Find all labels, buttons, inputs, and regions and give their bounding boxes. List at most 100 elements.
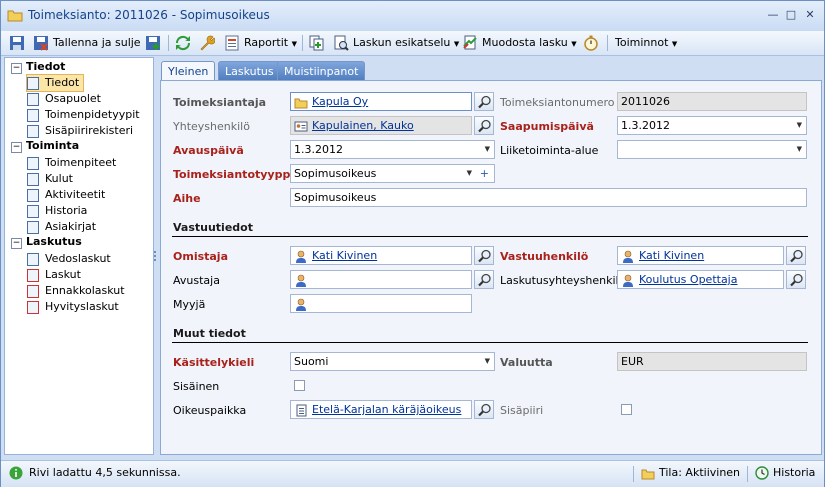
create-invoice-menu[interactable]: Muodosta lasku ▼ [462, 34, 577, 52]
court-link[interactable]: Etelä-Karjalan käräjäoikeus [312, 403, 461, 416]
assignment-type-select[interactable]: Sopimusoikeus ▼ + [290, 164, 495, 183]
close-button[interactable]: ✕ [802, 7, 818, 23]
document-icon [27, 156, 39, 170]
add-icon[interactable]: + [480, 165, 489, 182]
status-separator [633, 466, 634, 482]
currency-label: Valuutta [500, 356, 553, 369]
invoice-preview-menu[interactable]: Laskun esikatselu ▼ [333, 34, 459, 52]
nav-item-toimenpidetyypit[interactable]: Toimenpidetyypit [27, 107, 140, 123]
refresh-icon [175, 35, 191, 51]
save-button[interactable] [9, 34, 29, 52]
billing-contact-link[interactable]: Koulutus Opettaja [639, 273, 737, 286]
preview-icon [334, 35, 349, 51]
subject-label: Aihe [173, 192, 201, 205]
nav-item-kulut[interactable]: Kulut [27, 171, 73, 187]
responsible-person-link[interactable]: Kati Kivinen [639, 249, 704, 262]
save-and-close-button[interactable]: Tallenna ja sulje [33, 34, 141, 52]
person-icon [296, 298, 306, 311]
timer-button[interactable] [583, 34, 603, 52]
assistant-lookup-button[interactable] [474, 270, 494, 289]
insider-checkbox[interactable] [621, 404, 632, 415]
internal-checkbox[interactable] [294, 380, 305, 391]
arrival-date-label: Saapumispäivä [500, 120, 594, 133]
court-lookup-button[interactable] [474, 400, 494, 419]
collapse-icon[interactable]: − [11, 142, 22, 153]
owner-lookup-button[interactable] [474, 246, 494, 265]
assistant-field[interactable] [290, 270, 472, 289]
save-icon [10, 36, 24, 50]
tab-yleinen[interactable]: Yleinen [161, 61, 216, 82]
copy-button[interactable] [309, 34, 329, 52]
chevron-down-icon[interactable]: ▼ [797, 141, 802, 158]
owner-label: Omistaja [173, 250, 229, 263]
chevron-down-icon[interactable]: ▼ [797, 117, 802, 134]
contact-link[interactable]: Kapulainen, Kauko [312, 119, 414, 132]
nav-item-label: Toimenpiteet [45, 156, 117, 169]
nav-item-label: Ennakkolaskut [45, 284, 125, 297]
chevron-down-icon[interactable]: ▼ [485, 141, 490, 158]
assignment-type-label: Toimeksiantotyyppi [173, 168, 295, 181]
contact-lookup-button[interactable] [474, 116, 494, 135]
nav-item-tiedot[interactable]: Tiedot [26, 74, 85, 92]
nav-item-vedoslaskut[interactable]: Vedoslaskut [27, 251, 111, 267]
search-icon [790, 273, 803, 287]
client-lookup-button[interactable] [474, 92, 494, 111]
language-select[interactable]: Suomi ▼ [290, 352, 495, 371]
nav-item-laskut[interactable]: Laskut [27, 267, 81, 283]
save-new-icon [146, 36, 160, 50]
status-state[interactable]: Tila: Aktiivinen [641, 466, 740, 480]
nav-item-label: Vedoslaskut [45, 252, 111, 265]
folder-icon [641, 469, 655, 479]
save-and-new-button[interactable] [145, 34, 165, 52]
seller-field[interactable] [290, 294, 472, 313]
nav-item-sisapiirirekisteri[interactable]: Sisäpiirirekisteri [27, 123, 133, 139]
maximize-button[interactable]: □ [783, 7, 799, 23]
tab-laskutus[interactable]: Laskutus [218, 61, 281, 81]
collapse-icon[interactable]: − [11, 63, 22, 74]
reports-menu[interactable]: Raportit ▼ [224, 34, 297, 52]
owner-field[interactable]: Kati Kivinen [290, 246, 472, 265]
collapse-icon[interactable]: − [11, 238, 22, 249]
minimize-button[interactable]: — [765, 7, 781, 23]
invoice-icon [27, 284, 39, 298]
nav-group-label: Tiedot [26, 60, 66, 73]
splitter-handle[interactable] [154, 251, 157, 265]
tab-muistiinpanot[interactable]: Muistiinpanot [277, 61, 366, 81]
court-field[interactable]: Etelä-Karjalan käräjäoikeus [290, 400, 472, 419]
contact-field[interactable]: Kapulainen, Kauko [290, 116, 472, 135]
report-icon [225, 35, 239, 51]
subject-input[interactable]: Sopimusoikeus [290, 188, 807, 207]
refresh-button[interactable] [175, 34, 195, 52]
invoice-icon [27, 252, 39, 266]
nav-item-aktiviteetit[interactable]: Aktiviteetit [27, 187, 105, 203]
arrival-date-picker[interactable]: 1.3.2012 ▼ [617, 116, 807, 135]
responsible-lookup-button[interactable] [786, 246, 806, 265]
nav-item-asiakirjat[interactable]: Asiakirjat [27, 219, 96, 235]
chevron-down-icon[interactable]: ▼ [467, 165, 472, 182]
nav-item-historia[interactable]: Historia [27, 203, 87, 219]
nav-item-osapuolet[interactable]: Osapuolet [27, 91, 101, 107]
nav-item-hyvityslaskut[interactable]: Hyvityslaskut [27, 299, 119, 315]
search-icon [478, 403, 491, 417]
nav-item-toimenpiteet[interactable]: Toimenpiteet [27, 155, 116, 171]
search-icon [478, 95, 491, 109]
insider-label: Sisäpiiri [500, 404, 544, 417]
save-close-icon [34, 36, 48, 51]
section-divider [172, 236, 808, 237]
actions-menu[interactable]: Toiminnot ▼ [615, 34, 677, 52]
actions-label: Toiminnot [615, 36, 669, 49]
responsible-person-field[interactable]: Kati Kivinen [617, 246, 784, 265]
business-area-select[interactable]: ▼ [617, 140, 807, 159]
billing-contact-field[interactable]: Koulutus Opettaja [617, 270, 784, 289]
window: Toimeksianto: 2011026 - Sopimusoikeus — … [0, 0, 825, 487]
billing-contact-lookup-button[interactable] [786, 270, 806, 289]
status-separator [747, 466, 748, 482]
opening-date-picker[interactable]: 1.3.2012 ▼ [290, 140, 495, 159]
owner-link[interactable]: Kati Kivinen [312, 249, 377, 262]
settings-button[interactable] [199, 34, 219, 52]
nav-item-ennakkolaskut[interactable]: Ennakkolaskut [27, 283, 125, 299]
client-link[interactable]: Kapula Oy [312, 95, 368, 108]
history-button[interactable]: Historia [755, 466, 815, 480]
chevron-down-icon[interactable]: ▼ [485, 353, 490, 370]
client-field[interactable]: Kapula Oy [290, 92, 472, 111]
